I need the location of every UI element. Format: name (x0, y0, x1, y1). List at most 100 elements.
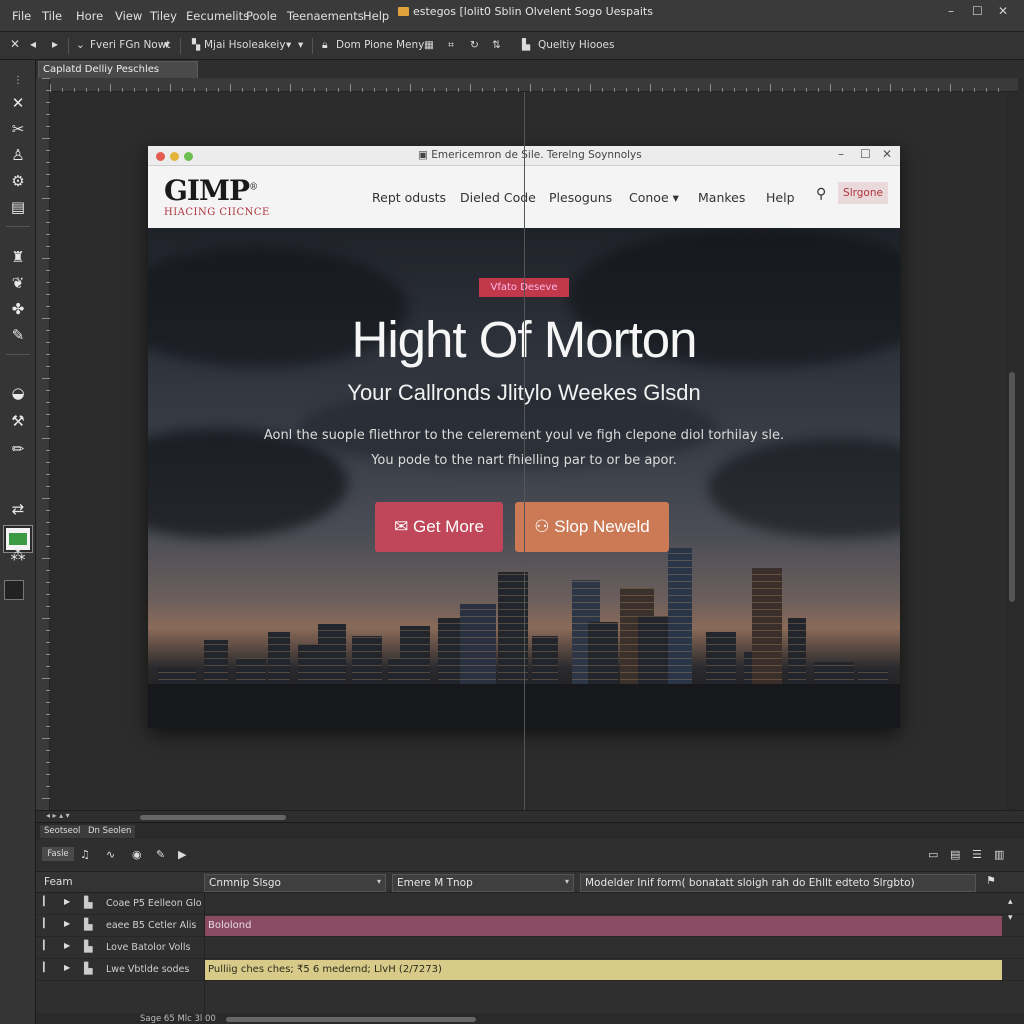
site-logo[interactable]: GIMP® (164, 174, 258, 207)
nav-link-plugins[interactable]: Plesoguns (549, 190, 612, 205)
dropdown-arrow-icon[interactable]: ▾ (164, 39, 169, 51)
film-icon[interactable]: ▶ (178, 848, 186, 861)
dropdown-arrow-icon[interactable]: ▾ (286, 39, 291, 51)
minimize-icon[interactable]: – (838, 147, 844, 161)
scrollbar-thumb[interactable] (226, 1017, 476, 1022)
menu-tiley[interactable]: Tiley (150, 9, 177, 23)
flag-icon[interactable]: ⚑ (986, 874, 996, 887)
nav-link-conoe[interactable]: Conoe ▾ (629, 190, 679, 205)
expand-icon[interactable]: ▶ (64, 919, 70, 928)
rotate-icon[interactable]: ↻ (470, 39, 479, 51)
dock-tab-2[interactable]: Dn Seolen (84, 825, 136, 838)
option-mode-dropdown[interactable]: Mjai Hsoleakeiy (204, 39, 286, 51)
visibility-icon[interactable]: ▎ (43, 897, 50, 907)
forward-arrow-icon[interactable]: ▸ (52, 37, 58, 51)
gradient-tool-icon[interactable]: ⚒ (6, 410, 30, 432)
nav-arrows-icon[interactable]: ◂ ▸ ▴ ▾ (46, 811, 70, 820)
grid-tool-icon[interactable]: ⁂ (6, 544, 30, 566)
scroll-down-icon[interactable]: ▾ (1008, 913, 1013, 923)
layer-track-bar[interactable]: Pulliig ches ches; ₹5 6 medernd; LlvH (2… (204, 960, 1002, 980)
maximize-icon[interactable]: ☐ (860, 147, 871, 161)
scrollbar-thumb[interactable] (1009, 372, 1015, 602)
maximize-icon[interactable]: ☐ (972, 4, 983, 18)
minimize-dot-icon[interactable] (170, 152, 179, 161)
layer-row[interactable]: ▎ ▶ ▙ Love Batolor Volls (36, 937, 1024, 959)
option-preset-dropdown[interactable]: Fveri FGn Nowt (90, 39, 170, 51)
menu-hore[interactable]: Hore (76, 9, 103, 23)
option-dom-dropdown[interactable]: Dom Pione Meny (336, 39, 424, 51)
bucket-tool-icon[interactable]: ◒ (6, 382, 30, 404)
expand-icon[interactable]: ▶ (64, 941, 70, 950)
swap-colors-icon[interactable]: ⇄ (6, 498, 30, 520)
close-x-icon[interactable]: ✕ (10, 37, 20, 51)
text-tool-icon[interactable]: ▤ (6, 196, 30, 218)
vertical-ruler[interactable] (36, 78, 50, 810)
blend-mode-select[interactable]: Cnmnip Slsgo ▾ (204, 874, 386, 892)
waveform-icon[interactable]: ∿ (106, 848, 115, 861)
move-tool-icon[interactable]: ✕ (6, 92, 30, 114)
horizontal-ruler[interactable] (50, 78, 1018, 92)
expand-icon[interactable]: ▶ (64, 963, 70, 972)
dock-horizontal-scrollbar[interactable]: Sage 65 Mlc 3l 00 (36, 1013, 1024, 1024)
menu-tile[interactable]: Tile (42, 9, 62, 23)
smudge-tool-icon[interactable]: ✤ (6, 298, 30, 320)
search-icon[interactable]: ⚲ (816, 186, 826, 202)
dropdown-arrow-icon[interactable]: ▾ (298, 39, 303, 51)
canvas-horizontal-scrollbar[interactable]: ◂ ▸ ▴ ▾ (36, 810, 1024, 822)
canvas-guide[interactable] (524, 92, 525, 810)
menu-poole[interactable]: Poole (246, 9, 277, 23)
close-icon[interactable]: ✕ (882, 147, 892, 161)
menu-file[interactable]: File (12, 9, 31, 23)
brush-icon[interactable]: ✎ (156, 848, 165, 861)
grid-icon[interactable]: ▦ (424, 39, 434, 51)
visibility-icon[interactable]: ▎ (43, 963, 50, 973)
expand-icon[interactable]: ▶ (64, 897, 70, 906)
visibility-icon[interactable]: ▎ (43, 919, 50, 929)
menu-eecumelits[interactable]: Eecumelits (186, 9, 249, 23)
transform-tool-icon[interactable]: ⚙ (6, 170, 30, 192)
option-quality[interactable]: Queltiy Hiooes (538, 39, 614, 51)
close-icon[interactable]: ✕ (998, 4, 1008, 18)
mode-button[interactable]: Fasle (42, 847, 74, 861)
pencil-tool-icon[interactable]: ✏ (6, 438, 30, 460)
scissors-tool-icon[interactable]: ✂ (6, 118, 30, 140)
dock-tab-1[interactable]: Seotseol (40, 825, 85, 838)
dodge-tool-icon[interactable]: ✎ (6, 324, 30, 346)
image-thumbnail[interactable] (4, 580, 24, 600)
chevron-down-icon[interactable]: ⌄ (76, 39, 85, 51)
heal-tool-icon[interactable]: ❦ (6, 272, 30, 294)
flip-icon[interactable]: ⇅ (492, 39, 501, 51)
layer-row[interactable]: ▎ ▶ ▙ Coae P5 Eelleon Glo (36, 893, 1024, 915)
signup-button[interactable]: Slrgone (838, 182, 888, 204)
dock-vertical-scrollbar[interactable]: ▴ ▾ (1008, 893, 1020, 1013)
back-arrow-icon[interactable]: ◂ (30, 37, 36, 51)
scrollbar-thumb[interactable] (140, 815, 286, 820)
stamp-tool-icon[interactable]: ♜ (6, 246, 30, 268)
layers-icon[interactable]: ▭ (928, 848, 938, 861)
canvas-vertical-scrollbar[interactable] (1006, 92, 1018, 810)
canvas[interactable]: ▣ Emericemron de Sile. Terelng Soynnolys… (50, 92, 1018, 810)
menu-teenaements[interactable]: Teenaements (287, 9, 364, 23)
minimize-icon[interactable]: – (948, 4, 954, 18)
clone-tool-icon[interactable]: ♙ (6, 144, 30, 166)
layer-track-bar[interactable]: Bololond (204, 916, 1002, 936)
layer-row[interactable]: ▎ ▶ ▙ eaee B5 Cetler Alis Bololond (36, 915, 1024, 937)
eye-icon[interactable]: ◉ (132, 848, 142, 861)
nav-link-help[interactable]: Help (766, 190, 795, 205)
zoom-dot-icon[interactable] (184, 152, 193, 161)
panel-icon[interactable]: ▤ (950, 848, 960, 861)
slop-neweld-button[interactable]: ⚇ Slop Neweld (515, 502, 669, 552)
close-dot-icon[interactable] (156, 152, 165, 161)
modifier-field[interactable]: Modelder Inif form( bonatatt sloigh rah … (580, 874, 976, 892)
scroll-up-icon[interactable]: ▴ (1008, 897, 1013, 907)
get-more-button[interactable]: ✉ Get More (375, 502, 503, 552)
microphone-icon[interactable]: ♫ (80, 848, 90, 861)
columns-icon[interactable]: ▥ (994, 848, 1004, 861)
menu-view[interactable]: View (115, 9, 142, 23)
document-tab[interactable]: Caplatd Delliy Peschles (38, 61, 198, 78)
frame-mode-select[interactable]: Emere M Tnop ▾ (392, 874, 574, 892)
menu-help[interactable]: Help (363, 9, 389, 23)
layer-row[interactable]: ▎ ▶ ▙ Lwe Vbtlde sodes Pulliig ches ches… (36, 959, 1024, 981)
nav-link-products[interactable]: Rept odusts (372, 190, 446, 205)
crop-icon[interactable]: ⌗ (448, 39, 454, 52)
